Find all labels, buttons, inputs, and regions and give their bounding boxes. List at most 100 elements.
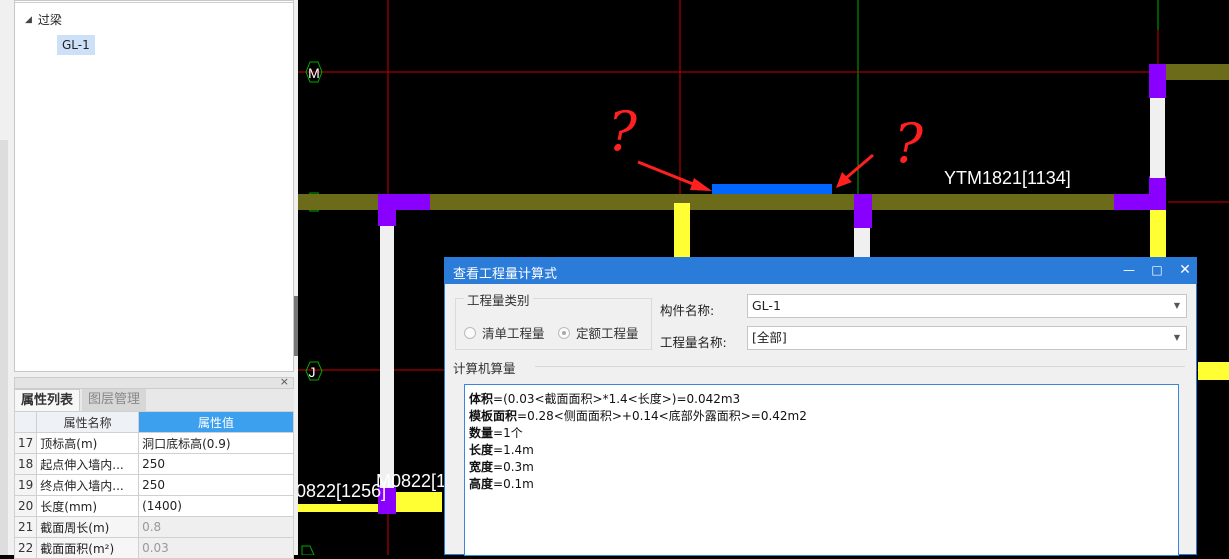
property-row[interactable]: 19 终点伸入墙内... 250 xyxy=(13,474,294,496)
close-icon[interactable]: × xyxy=(280,375,289,388)
property-value[interactable]: (1400) xyxy=(138,495,294,517)
row-number: 20 xyxy=(13,495,38,517)
wall-white[interactable] xyxy=(380,226,394,488)
column[interactable] xyxy=(1149,176,1166,210)
row-number-header xyxy=(13,411,38,433)
calc-expression: =1个 xyxy=(493,426,523,440)
column[interactable] xyxy=(854,194,872,228)
radio-quota-quantity[interactable]: 定额工程量 xyxy=(558,323,639,342)
column[interactable] xyxy=(1149,64,1166,98)
column-header-name: 属性名称 xyxy=(36,411,140,433)
property-name: 长度(mm) xyxy=(36,495,140,517)
calc-formula-textbox[interactable]: 体积=(0.03<截面面积>*1.4<长度>)=0.042m3 模板面积=0.28… xyxy=(464,384,1179,556)
wall[interactable] xyxy=(1164,64,1229,80)
column-header-value: 属性值 xyxy=(138,411,294,433)
component-name-select[interactable]: GL-1 ▼ xyxy=(747,294,1187,318)
calc-line: 长度=1.4m xyxy=(469,442,1174,459)
calc-expression: =0.1m xyxy=(493,477,534,491)
annotation-arrow xyxy=(845,153,874,180)
radio-label: 定额工程量 xyxy=(576,326,639,341)
property-row[interactable]: 18 起点伸入墙内... 250 xyxy=(13,453,294,475)
lintel-highlight[interactable] xyxy=(712,184,832,194)
door-label-m0822: M0822[1 xyxy=(376,471,446,491)
axis-bubble xyxy=(301,545,315,555)
wall-white[interactable] xyxy=(854,228,870,258)
row-number: 17 xyxy=(13,432,38,454)
quantity-name-label: 工程量名称: xyxy=(660,335,727,350)
quantity-name-select[interactable]: [全部] ▼ xyxy=(747,326,1187,350)
property-value: 0.03 xyxy=(138,537,294,559)
annotation-question-mark: ? xyxy=(894,112,924,175)
tree-node-label: 过梁 xyxy=(37,13,62,27)
close-icon[interactable]: ✕ xyxy=(1175,260,1195,280)
annotation-question-mark: ? xyxy=(608,100,638,163)
column[interactable] xyxy=(378,210,396,226)
component-tree: ◢ 过梁 GL-1 xyxy=(14,0,294,372)
row-number: 22 xyxy=(13,537,38,559)
door-label-m0822: 0822[1256] xyxy=(298,481,386,501)
chevron-down-icon[interactable]: ▼ xyxy=(1174,327,1180,349)
property-value[interactable]: 洞口底标高(0.9) xyxy=(138,432,294,454)
property-row[interactable]: 17 顶标高(m) 洞口底标高(0.9) xyxy=(13,432,294,454)
calc-line: 高度=0.1m xyxy=(469,476,1174,493)
select-value: [全部] xyxy=(752,330,787,345)
property-row[interactable]: 22 截面面积(m²) 0.03 xyxy=(13,537,294,559)
row-number: 19 xyxy=(13,474,38,496)
calc-key: 体积 xyxy=(469,392,494,406)
tree-node-gl1[interactable]: GL-1 xyxy=(57,35,95,55)
quantity-type-group: 工程量类别 清单工程量 定额工程量 xyxy=(455,290,652,350)
divider xyxy=(535,366,1185,367)
property-row[interactable]: 20 长度(mm) (1400) xyxy=(13,495,294,517)
left-panel: ◢ 过梁 GL-1 × 属性列表 图层管理 属性名称 属性值 17 顶标高(m) 洞… xyxy=(0,0,298,559)
tab-layers[interactable]: 图层管理 xyxy=(82,389,146,411)
property-name: 终点伸入墙内... xyxy=(36,474,140,496)
dialog-titlebar[interactable]: 查看工程量计算式 — □ ✕ xyxy=(445,258,1196,284)
radio-button-selected[interactable] xyxy=(558,326,570,339)
column[interactable] xyxy=(378,194,430,210)
calc-expression: =0.3m xyxy=(493,460,534,474)
chevron-down-icon[interactable]: ▼ xyxy=(1174,295,1180,317)
select-value: GL-1 xyxy=(752,298,781,313)
row-number: 18 xyxy=(13,453,38,475)
radio-label: 清单工程量 xyxy=(482,326,545,341)
group-title: 工程量类别 xyxy=(464,290,533,309)
wall-yellow[interactable] xyxy=(298,504,378,512)
calc-line: 数量=1个 xyxy=(469,425,1174,442)
property-name: 截面周长(m) xyxy=(36,516,140,538)
axis-label-j: J xyxy=(309,364,316,380)
calc-key: 高度 xyxy=(469,477,494,491)
scrollbar[interactable] xyxy=(0,140,8,555)
property-row[interactable]: 21 截面周长(m) 0.8 xyxy=(13,516,294,538)
tree-node-lintel[interactable]: ◢ 过梁 xyxy=(25,11,62,29)
calc-expression: =1.4m xyxy=(493,443,534,457)
maximize-icon[interactable]: □ xyxy=(1147,260,1167,280)
wall-white[interactable] xyxy=(1150,98,1165,178)
properties-panel-header: × xyxy=(14,375,294,389)
calc-line: 体积=(0.03<截面面积>*1.4<长度>)=0.042m3 xyxy=(469,391,1174,408)
dialog-title: 查看工程量计算式 xyxy=(453,267,558,282)
property-name: 起点伸入墙内... xyxy=(36,453,140,475)
calc-key: 宽度 xyxy=(469,460,494,474)
property-value[interactable]: 250 xyxy=(138,474,294,496)
component-name-label: 构件名称: xyxy=(660,303,715,318)
annotation-arrow xyxy=(637,160,699,188)
calc-expression: =(0.03<截面面积>*1.4<长度>)=0.042m3 xyxy=(493,392,741,406)
calc-line: 宽度=0.3m xyxy=(469,459,1174,476)
wall-yellow[interactable] xyxy=(674,203,690,258)
wall-yellow[interactable] xyxy=(1150,210,1166,258)
calc-expression: =0.28<侧面面积>+0.14<底部外露面积>=0.42m2 xyxy=(517,409,807,423)
door-label-ytm1821: YTM1821[1134] xyxy=(944,168,1071,188)
calc-key: 数量 xyxy=(469,426,494,440)
expand-triangle-icon[interactable]: ◢ xyxy=(25,11,32,29)
calc-key: 模板面积 xyxy=(469,409,518,423)
radio-button[interactable] xyxy=(464,326,476,339)
row-number: 21 xyxy=(13,516,38,538)
calc-line: 模板面积=0.28<侧面面积>+0.14<底部外露面积>=0.42m2 xyxy=(469,408,1174,425)
wall-yellow[interactable] xyxy=(1198,362,1229,380)
wall-yellow[interactable] xyxy=(396,492,442,512)
tab-properties[interactable]: 属性列表 xyxy=(14,389,80,411)
property-value[interactable]: 250 xyxy=(138,453,294,475)
radio-list-quantity[interactable]: 清单工程量 xyxy=(464,323,545,342)
quantity-formula-dialog: 查看工程量计算式 — □ ✕ 工程量类别 清单工程量 定额工程量 构件名称: G… xyxy=(444,257,1197,556)
minimize-icon[interactable]: — xyxy=(1119,260,1139,280)
